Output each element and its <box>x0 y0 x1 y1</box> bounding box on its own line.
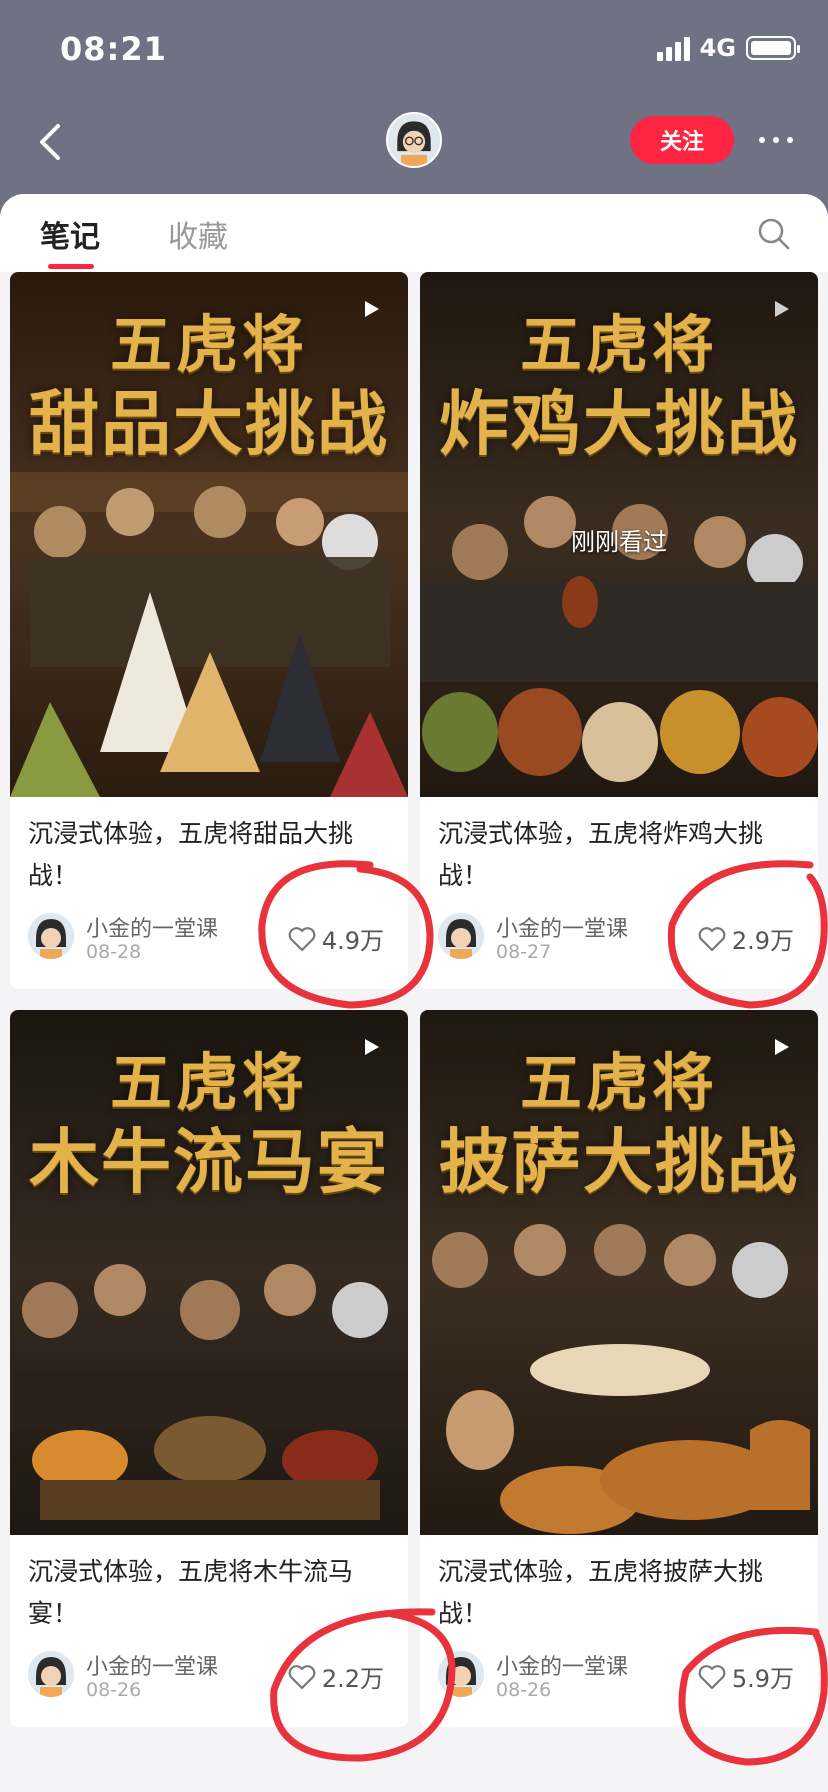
like-button[interactable]: 4.9万 <box>288 921 384 956</box>
author-name[interactable]: 小金的一堂课 <box>86 1649 218 1681</box>
profile-avatar[interactable] <box>386 112 442 168</box>
cover-title-line2: 甜品大挑战 <box>29 382 389 465</box>
like-count: 4.9万 <box>321 927 384 955</box>
follow-button[interactable]: 关注 <box>630 116 734 164</box>
like-count: 2.9万 <box>731 927 794 955</box>
tab-notes[interactable]: 笔记 <box>40 212 100 256</box>
note-title: 沉浸式体验，五虎将披萨大挑战！ <box>438 1557 764 1628</box>
note-info: 沉浸式体验，五虎将木牛流马宴！ 小金的一堂课 08-26 2.2万 <box>10 1535 408 1727</box>
like-button[interactable]: 2.2万 <box>288 1659 384 1694</box>
note-date: 08-27 <box>496 941 552 963</box>
author-avatar[interactable] <box>28 1651 74 1697</box>
heart-icon <box>288 1664 316 1689</box>
note-card[interactable]: 五虎将 甜品大挑战 沉浸式体验，五虎将甜品大挑战！ 小金的一堂课 08-28 4… <box>10 272 408 989</box>
note-cover: 五虎将 木牛流马宴 <box>10 1010 408 1535</box>
heart-icon <box>698 1664 726 1689</box>
signal-icon <box>656 35 690 61</box>
status-time: 08:21 <box>60 30 167 68</box>
author-avatar[interactable] <box>28 913 74 959</box>
more-icon[interactable] <box>754 126 798 154</box>
note-card[interactable]: 五虎将 木牛流马宴 沉浸式体验，五虎将木牛流马宴！ 小金的一堂课 08-26 2… <box>10 1010 408 1727</box>
tab-favorites[interactable]: 收藏 <box>168 212 228 256</box>
note-meta: 小金的一堂课 08-26 5.9万 <box>438 1645 800 1709</box>
note-date: 08-26 <box>86 1679 142 1701</box>
note-cover: 五虎将 披萨大挑战 <box>420 1010 818 1535</box>
note-meta: 小金的一堂课 08-26 2.2万 <box>28 1645 390 1709</box>
avatar-icon <box>438 913 484 959</box>
note-cover: 五虎将 炸鸡大挑战 刚刚看过 <box>420 272 818 797</box>
author-avatar[interactable] <box>438 1651 484 1697</box>
author-name[interactable]: 小金的一堂课 <box>86 911 218 943</box>
note-title: 沉浸式体验，五虎将炸鸡大挑战！ <box>438 819 764 890</box>
chevron-left-icon <box>40 124 60 160</box>
like-count: 2.2万 <box>321 1665 384 1693</box>
heart-icon <box>288 926 316 951</box>
note-info: 沉浸式体验，五虎将披萨大挑战！ 小金的一堂课 08-26 5.9万 <box>420 1535 818 1727</box>
recently-viewed-label: 刚刚看过 <box>571 528 667 556</box>
like-button[interactable]: 2.9万 <box>698 921 794 956</box>
avatar-icon <box>388 114 440 166</box>
active-tab-indicator <box>48 264 94 269</box>
battery-icon <box>746 36 800 60</box>
network-type: 4G <box>699 34 736 62</box>
video-play-icon <box>775 1039 789 1055</box>
author-name[interactable]: 小金的一堂课 <box>496 911 628 943</box>
avatar-icon <box>438 1651 484 1697</box>
note-title: 沉浸式体验，五虎将甜品大挑战！ <box>28 819 354 890</box>
content-sheet: 笔记 收藏 五虎将 甜品大挑战 沉浸式体验，五虎将甜品大挑战！ 小金的一堂课 0… <box>0 194 828 1792</box>
video-play-icon <box>775 301 789 317</box>
avatar-icon <box>28 913 74 959</box>
search-icon[interactable] <box>756 216 792 252</box>
like-count: 5.9万 <box>731 1665 794 1693</box>
tab-bar: 笔记 收藏 <box>0 194 828 272</box>
cover-title-line2: 炸鸡大挑战 <box>439 382 799 465</box>
status-icons: 4G <box>656 34 800 62</box>
note-meta: 小金的一堂课 08-27 2.9万 <box>438 907 800 971</box>
author-avatar[interactable] <box>438 913 484 959</box>
note-info: 沉浸式体验，五虎将炸鸡大挑战！ 小金的一堂课 08-27 2.9万 <box>420 797 818 989</box>
author-name[interactable]: 小金的一堂课 <box>496 1649 628 1681</box>
avatar-icon <box>28 1651 74 1697</box>
heart-icon <box>698 926 726 951</box>
note-card[interactable]: 五虎将 炸鸡大挑战 刚刚看过 沉浸式体验，五虎将炸鸡大挑战！ 小金的一堂课 08… <box>420 272 818 989</box>
note-card[interactable]: 五虎将 披萨大挑战 沉浸式体验，五虎将披萨大挑战！ 小金的一堂课 08-26 5… <box>420 1010 818 1727</box>
note-cover: 五虎将 甜品大挑战 <box>10 272 408 797</box>
cover-title-line2: 木牛流马宴 <box>29 1120 389 1203</box>
note-title: 沉浸式体验，五虎将木牛流马宴！ <box>28 1557 354 1628</box>
status-bar: 08:21 4G <box>0 0 828 100</box>
back-button[interactable] <box>30 120 74 164</box>
video-play-icon <box>365 1039 379 1055</box>
note-date: 08-26 <box>496 1679 552 1701</box>
video-play-icon <box>365 301 379 317</box>
nav-row: 关注 <box>0 100 828 200</box>
note-date: 08-28 <box>86 941 142 963</box>
like-button[interactable]: 5.9万 <box>698 1659 794 1694</box>
note-info: 沉浸式体验，五虎将甜品大挑战！ 小金的一堂课 08-28 4.9万 <box>10 797 408 989</box>
note-meta: 小金的一堂课 08-28 4.9万 <box>28 907 390 971</box>
cover-title-line2: 披萨大挑战 <box>439 1120 799 1203</box>
